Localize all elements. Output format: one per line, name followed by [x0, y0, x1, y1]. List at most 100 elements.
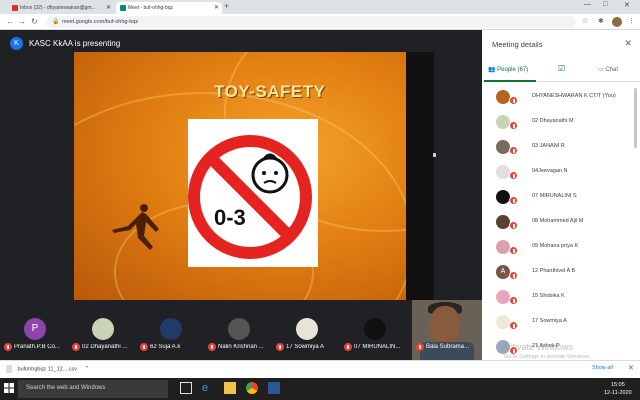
list-item[interactable]: A 12 Phanthivel A B [482, 260, 640, 285]
participant-avatar [496, 290, 510, 304]
star-icon[interactable]: ☆ [582, 17, 588, 25]
people-icon: 👥 [488, 67, 496, 73]
participant-tile[interactable]: 07 MIRUNALIN... [340, 300, 408, 360]
mic-off-icon [509, 171, 518, 180]
runner-silhouette-icon [112, 204, 159, 250]
participant-name: 17 Sowmiya A [532, 318, 567, 324]
list-item[interactable]: 02 Dhayanathi M [482, 110, 640, 135]
participant-tile[interactable]: Nalin Krishnan ... [204, 300, 272, 360]
list-item[interactable]: 08 Mohammed Ajil M [482, 210, 640, 235]
tab-meet[interactable]: Meet - buf-ohhg-bqz ✕ [116, 2, 222, 14]
list-item[interactable]: 17 Sowmiya A [482, 310, 640, 335]
profile-avatar[interactable] [612, 17, 622, 27]
url-text[interactable]: meet.google.com/buf-ohhg-bqz [62, 16, 138, 28]
participant-name: 07 MIRUNALINI S [532, 193, 577, 199]
tab-gmail[interactable]: Inbox (32) - dhyaneswaran@gm... ✕ [8, 2, 114, 14]
mic-off-icon [416, 343, 424, 351]
taskbar-search-input[interactable]: Search the web and Windows [18, 380, 168, 398]
tab-title: Meet - buf-ohhg-bqz [128, 5, 174, 11]
list-item[interactable]: 03 JANANI R [482, 135, 640, 160]
download-bar: bufohhgbqz 11_12....csv ⌃ Show all ✕ [0, 360, 640, 378]
clock-date: 12-11-2020 [604, 390, 632, 396]
participant-avatar [364, 318, 386, 340]
participant-name: 08 Mohammed Ajil M [532, 218, 584, 224]
panel-title: Meeting details [492, 40, 543, 49]
close-tab-icon[interactable]: ✕ [106, 2, 111, 14]
tab-people[interactable]: 👥 People (67) [488, 66, 528, 73]
participant-avatar [496, 190, 510, 204]
participant-name: 04Jeevagan N [532, 168, 568, 174]
list-item[interactable]: 09 Mohana priya K [482, 235, 640, 260]
participant-avatar [228, 318, 250, 340]
participant-avatar: A [496, 265, 510, 279]
tab-activities-icon[interactable]: ☑ [558, 64, 565, 73]
mic-off-icon [509, 321, 518, 330]
participant-tile[interactable]: 02 Dhayanathi ... [68, 300, 136, 360]
mic-off-icon [509, 96, 518, 105]
chrome-icon[interactable] [246, 382, 258, 394]
minimize-button[interactable]: — [584, 1, 591, 8]
mouse-cursor [433, 153, 436, 157]
download-item[interactable]: bufohhgbqz 11_12....csv ⌃ [6, 365, 89, 373]
presenter-chip: K KASC KkAA is presenting [10, 36, 120, 50]
participant-avatar [496, 315, 510, 329]
participant-name: 15 Shobika K [532, 293, 565, 299]
list-item[interactable]: 15 Shobika K [482, 285, 640, 310]
close-window-button[interactable]: ✕ [624, 1, 630, 9]
participant-video-tile[interactable]: Bala Subrama... [412, 300, 482, 360]
panel-scrollbar[interactable] [634, 88, 637, 148]
close-download-bar-button[interactable]: ✕ [628, 364, 634, 372]
participant-avatar [496, 240, 510, 254]
show-all-button[interactable]: Show all [592, 365, 613, 371]
activate-windows-watermark: Activate Windows [502, 342, 574, 352]
participant-name: Bala Subrama... [426, 344, 470, 350]
presenter-avatar: K [10, 36, 23, 50]
participant-avatar [496, 215, 510, 229]
mic-off-icon [208, 343, 216, 351]
word-icon[interactable] [268, 382, 280, 394]
file-icon [6, 365, 12, 373]
close-panel-button[interactable]: ✕ [624, 38, 632, 49]
mic-off-icon [4, 343, 12, 351]
extension-icon[interactable]: ✱ [598, 17, 604, 25]
participant-name: Nalin Krishnan ... [218, 344, 264, 350]
mic-off-icon [509, 246, 518, 255]
menu-icon[interactable]: ⋮ [628, 17, 635, 25]
search-placeholder: Search the web and Windows [26, 385, 106, 391]
list-item[interactable]: 04Jeevagan N [482, 160, 640, 185]
url-bar[interactable]: 🔒 meet.google.com/buf-ohhg-bqz [46, 16, 576, 28]
no-toy-sign: 0-3 [188, 119, 318, 267]
participant-name: 02 Dhayanathi ... [82, 344, 128, 350]
mic-off-icon [509, 196, 518, 205]
participant-tile[interactable]: 62 Suja A.k [136, 300, 204, 360]
task-view-icon[interactable] [180, 382, 192, 394]
list-item[interactable]: DHYANESHWARAN K CT/T (You) [482, 85, 640, 110]
participant-name: 17 Sowmiya A [286, 344, 325, 350]
new-tab-button[interactable]: + [224, 1, 229, 11]
windows-start-icon[interactable] [4, 383, 14, 393]
taskbar-clock[interactable]: 15:05 12-11-2020 [604, 381, 632, 397]
slide-title: TOY-SAFETY [214, 82, 326, 101]
meeting-details-panel: Meeting details ✕ 👥 People (67) ☑ ▭ Chat… [482, 30, 640, 360]
maximize-button[interactable]: □ [603, 1, 607, 8]
forward-icon[interactable]: → [18, 17, 26, 26]
participant-avatar [496, 165, 510, 179]
list-item[interactable]: 07 MIRUNALINI S [482, 185, 640, 210]
chevron-up-icon[interactable]: ⌃ [85, 366, 90, 372]
tab-chat[interactable]: ▭ Chat [598, 66, 618, 73]
mic-off-icon [140, 343, 148, 351]
back-icon[interactable]: ← [6, 17, 14, 26]
participant-avatar [496, 140, 510, 154]
close-tab-icon[interactable]: ✕ [214, 2, 219, 14]
file-explorer-icon[interactable] [224, 382, 236, 394]
clock-time: 15:05 [610, 382, 625, 388]
participant-tile[interactable]: 17 Sowmiya A [272, 300, 340, 360]
edge-icon[interactable]: e [202, 382, 214, 394]
reload-icon[interactable]: ↻ [31, 17, 38, 26]
participant-tile[interactable]: P Pranath.P.B Co... [0, 300, 68, 360]
participant-name: Pranath.P.B Co... [14, 344, 60, 350]
participant-avatar [496, 115, 510, 129]
mic-off-icon [509, 296, 518, 305]
mic-off-icon [509, 221, 518, 230]
participant-filmstrip: P Pranath.P.B Co... 02 Dhayanathi ... 62… [0, 300, 482, 360]
